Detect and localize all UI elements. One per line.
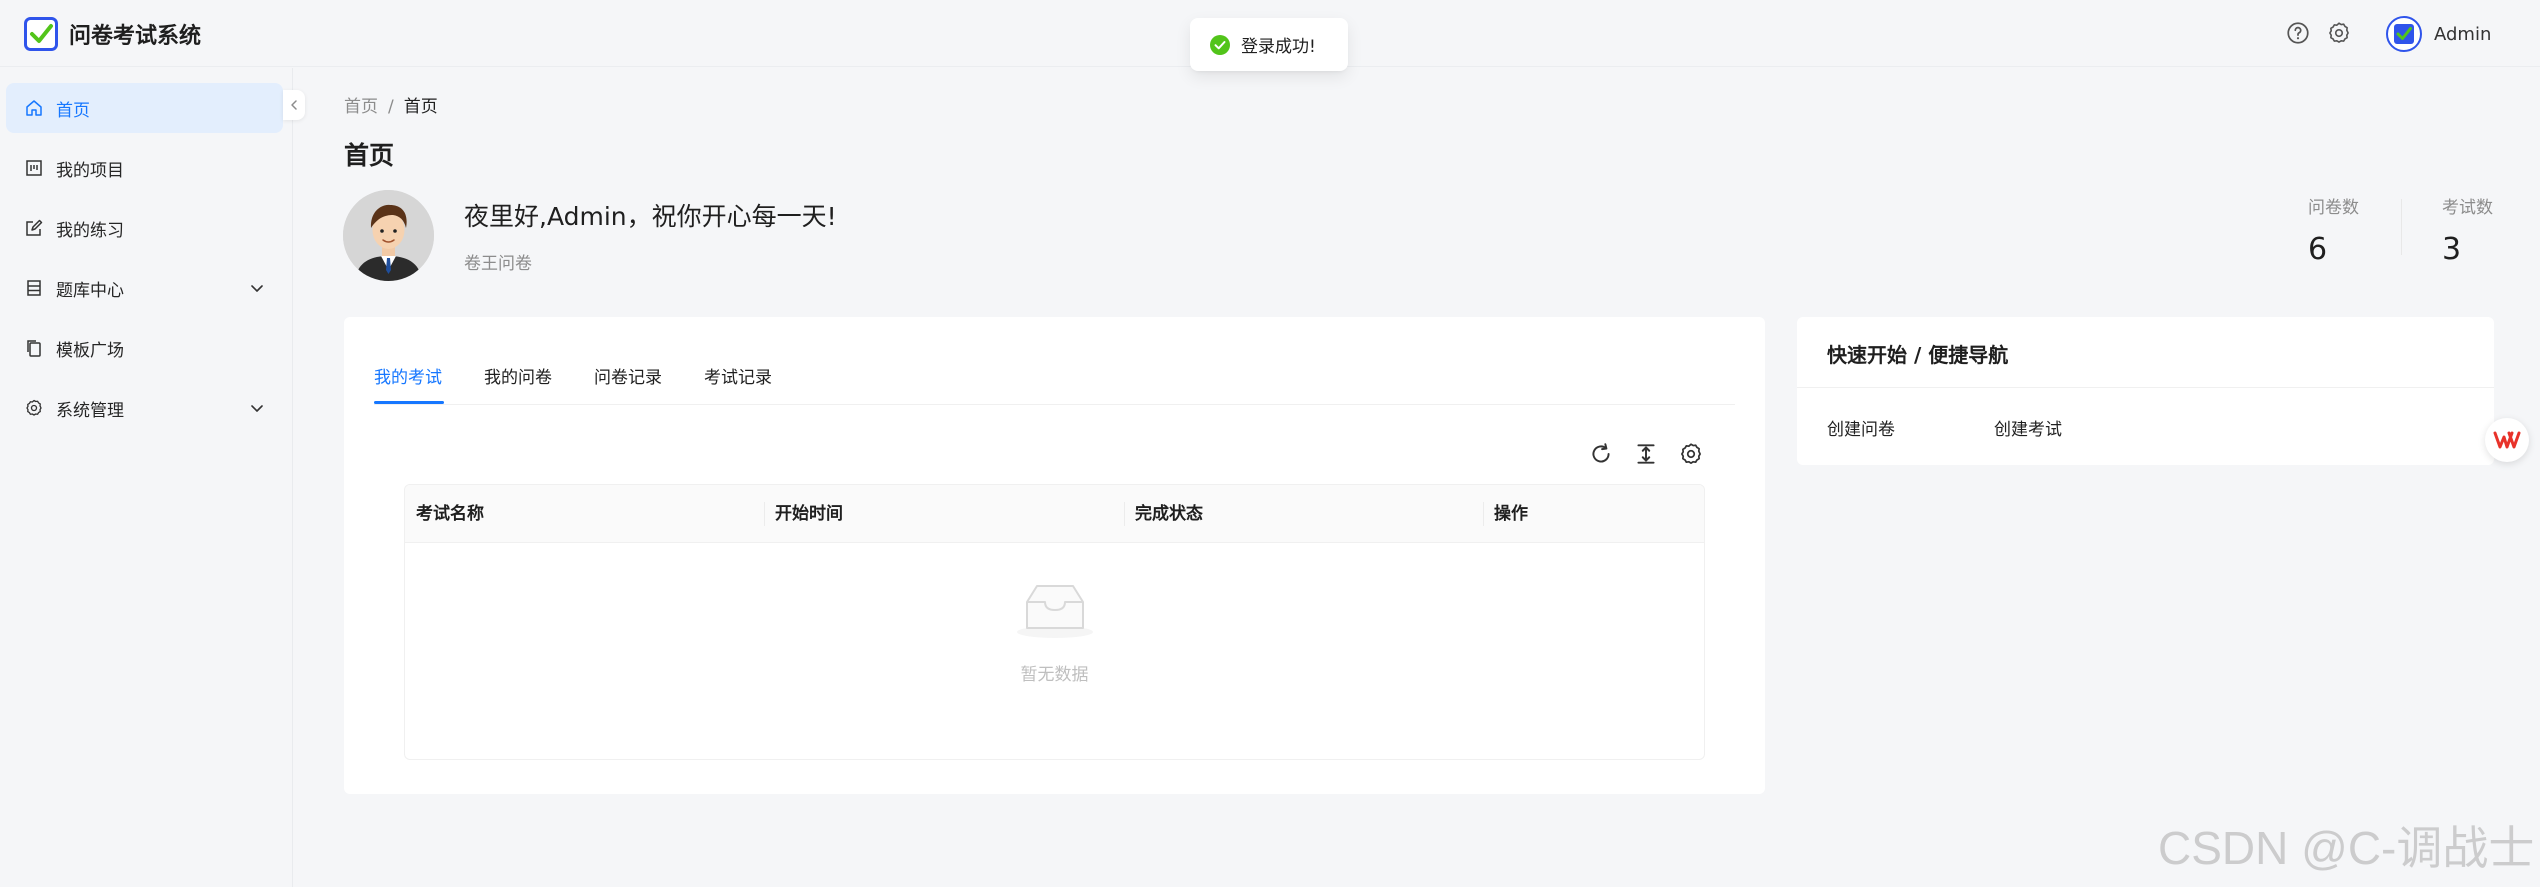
- watermark-text: CSDN @C-调战士: [2158, 822, 2535, 874]
- edit-icon: [26, 219, 43, 236]
- tab-my-surveys[interactable]: 我的问卷: [484, 363, 552, 388]
- sidebar-item-template-square[interactable]: 模板广场: [6, 323, 283, 373]
- success-toast: 登录成功!: [1190, 18, 1348, 71]
- sidebar-item-home[interactable]: 首页: [6, 83, 283, 133]
- sidebar: 首页 我的项目 我的练习 题库中心 模板广场 系统管理: [0, 68, 293, 887]
- gear-icon: [26, 399, 42, 416]
- stat-surveys: 问卷数 6: [2308, 193, 2359, 267]
- sidebar-item-my-projects[interactable]: 我的项目: [6, 143, 283, 193]
- app-logo-icon: [24, 17, 58, 51]
- breadcrumb-root[interactable]: 首页: [344, 97, 378, 117]
- profile-subtitle: 卷王问卷: [464, 254, 532, 274]
- sidebar-item-label: 我的项目: [56, 160, 124, 181]
- tab-bar: 我的考试 我的问卷 问卷记录 考试记录: [374, 317, 1735, 405]
- divider: [1797, 387, 2494, 388]
- toast-message: 登录成功!: [1241, 37, 1316, 57]
- sidebar-item-label: 我的练习: [56, 220, 124, 241]
- table-header: 考试名称 开始时间 完成状态 操作: [405, 485, 1704, 543]
- sidebar-collapse-button[interactable]: [283, 90, 305, 120]
- stat-value: 6: [2308, 232, 2328, 267]
- sidebar-item-system-management[interactable]: 系统管理: [6, 383, 283, 433]
- chevron-down-icon: [251, 405, 263, 412]
- quick-nav-title: 快速开始 / 便捷导航: [1827, 343, 2009, 367]
- column-header: 完成状态: [1135, 504, 1203, 524]
- home-icon: [26, 100, 42, 116]
- column-header: 考试名称: [416, 504, 484, 524]
- greeting-text: 夜里好,Admin，祝你开心每一天!: [464, 202, 837, 231]
- sidebar-item-question-bank[interactable]: 题库中心: [6, 263, 283, 313]
- chevron-left-icon: [291, 100, 297, 110]
- exam-card: 我的考试 我的问卷 问卷记录 考试记录 考试名称 开始时间 完成状态 操作 暂无…: [344, 317, 1765, 794]
- copy-icon: [27, 340, 41, 357]
- database-icon: [27, 280, 41, 296]
- tab-my-exams[interactable]: 我的考试: [374, 363, 442, 388]
- settings-icon[interactable]: [2326, 20, 2352, 46]
- wps-logo-icon: [2493, 431, 2521, 449]
- project-icon: [26, 160, 42, 176]
- stat-label: 问卷数: [2308, 198, 2359, 218]
- column-header: 操作: [1494, 504, 1528, 524]
- create-exam-link[interactable]: 创建考试: [1994, 415, 2062, 440]
- user-name: Admin: [2434, 23, 2492, 45]
- help-icon[interactable]: [2285, 20, 2311, 46]
- create-survey-link[interactable]: 创建问卷: [1827, 415, 1895, 440]
- sidebar-item-my-practice[interactable]: 我的练习: [6, 203, 283, 253]
- breadcrumb-current: 首页: [403, 97, 438, 117]
- reload-icon[interactable]: [1588, 441, 1614, 467]
- floating-wps-button[interactable]: [2485, 418, 2529, 462]
- user-portrait-icon: [343, 190, 434, 281]
- quick-nav-card: 快速开始 / 便捷导航 创建问卷 创建考试: [1797, 317, 2494, 465]
- stat-label: 考试数: [2442, 198, 2493, 218]
- column-height-icon[interactable]: [1633, 441, 1659, 467]
- check-circle-icon: [1210, 34, 1230, 55]
- app-title: 问卷考试系统: [69, 24, 202, 49]
- tab-exam-records[interactable]: 考试记录: [704, 363, 772, 388]
- stat-value: 3: [2442, 232, 2462, 267]
- user-avatar-icon: [2386, 16, 2422, 52]
- profile-avatar: [343, 190, 434, 281]
- exam-table: 考试名称 开始时间 完成状态 操作 暂无数据: [404, 484, 1705, 760]
- page-title: 首页: [344, 141, 395, 170]
- empty-text: 暂无数据: [1020, 665, 1089, 685]
- sidebar-item-label: 题库中心: [56, 280, 124, 301]
- table-settings-icon[interactable]: [1678, 441, 1704, 467]
- active-tab-indicator: [374, 401, 444, 404]
- sidebar-item-label: 首页: [56, 100, 90, 121]
- empty-inbox-icon: [1017, 585, 1093, 638]
- tab-survey-records[interactable]: 问卷记录: [594, 363, 662, 388]
- breadcrumb-separator: /: [388, 97, 394, 117]
- sidebar-item-label: 模板广场: [56, 340, 124, 361]
- breadcrumb: 首页 / 首页: [344, 92, 438, 117]
- stat-divider: [2401, 199, 2402, 255]
- column-header: 开始时间: [775, 504, 843, 524]
- chevron-down-icon: [251, 285, 263, 292]
- user-menu[interactable]: Admin: [2386, 16, 2491, 52]
- stat-exams: 考试数 3: [2442, 193, 2493, 267]
- sidebar-item-label: 系统管理: [56, 400, 124, 421]
